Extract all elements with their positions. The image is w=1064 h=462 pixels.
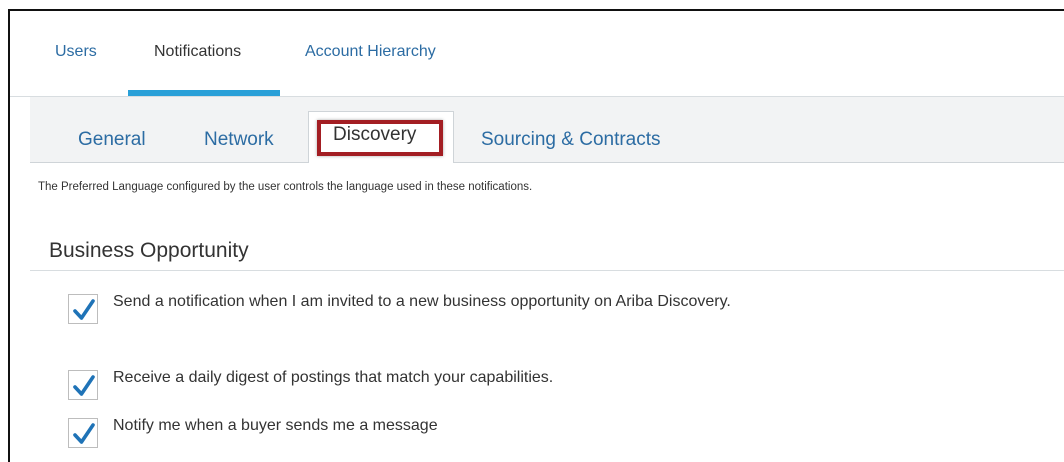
tab-notifications[interactable]: Notifications: [154, 43, 241, 61]
preferred-language-note: The Preferred Language configured by the…: [38, 181, 533, 193]
section-title: Business Opportunity: [49, 239, 249, 262]
active-tab-indicator: [128, 90, 280, 96]
checkmark-icon: [73, 299, 95, 320]
subtab-network[interactable]: Network: [204, 129, 274, 151]
tab-users[interactable]: Users: [55, 43, 97, 61]
subtab-sourcing-contracts[interactable]: Sourcing & Contracts: [481, 129, 661, 151]
section-divider: [30, 270, 1064, 271]
notifications-panel: Users Notifications Account Hierarchy Ge…: [8, 9, 1064, 462]
subtab-discovery[interactable]: Discovery: [308, 111, 454, 163]
option-row-message: Notify me when a buyer sends me a messag…: [68, 416, 968, 450]
top-tab-bar: Users Notifications Account Hierarchy: [10, 11, 1064, 97]
checkbox-message[interactable]: [68, 418, 98, 448]
subtab-discovery-label: Discovery: [333, 124, 417, 145]
checkbox-invite[interactable]: [68, 294, 98, 324]
checkmark-icon: [73, 423, 95, 444]
option-label-digest: Receive a daily digest of postings that …: [113, 369, 554, 386]
option-label-message: Notify me when a buyer sends me a messag…: [113, 417, 438, 434]
sub-tab-bar: General Network Discovery Sourcing & Con…: [30, 97, 1064, 163]
subtab-general[interactable]: General: [78, 129, 146, 151]
checkmark-icon: [73, 375, 95, 396]
option-row-digest: Receive a daily digest of postings that …: [68, 368, 968, 402]
option-label-invite: Send a notification when I am invited to…: [113, 293, 731, 310]
checkbox-digest[interactable]: [68, 370, 98, 400]
tab-account-hierarchy[interactable]: Account Hierarchy: [305, 43, 436, 61]
option-row-invite: Send a notification when I am invited to…: [68, 292, 968, 326]
